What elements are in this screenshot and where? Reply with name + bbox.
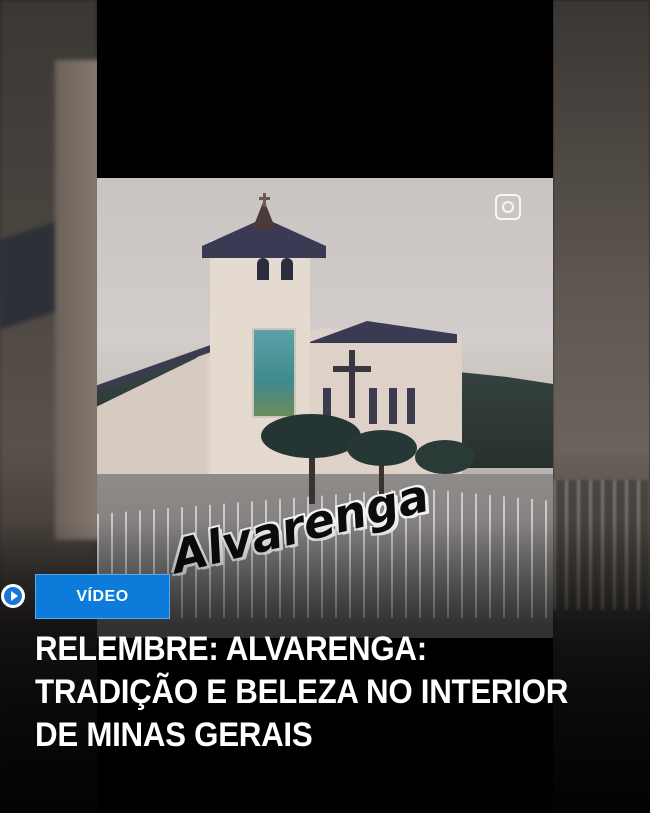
video-badge[interactable]: VÍDEO [35,574,170,619]
play-triangle-icon [10,591,18,601]
religious-painting [252,328,296,418]
cross-icon [259,193,270,207]
video-letterbox [97,0,553,178]
play-circle-icon[interactable] [1,584,25,608]
video-card[interactable]: Alvarenga VÍDEO RELEMBRE: ALVARENGA: TRA… [0,0,650,813]
headline[interactable]: RELEMBRE: ALVARENGA: TRADIÇÃO E BELEZA N… [35,628,569,757]
instagram-icon [495,194,521,220]
